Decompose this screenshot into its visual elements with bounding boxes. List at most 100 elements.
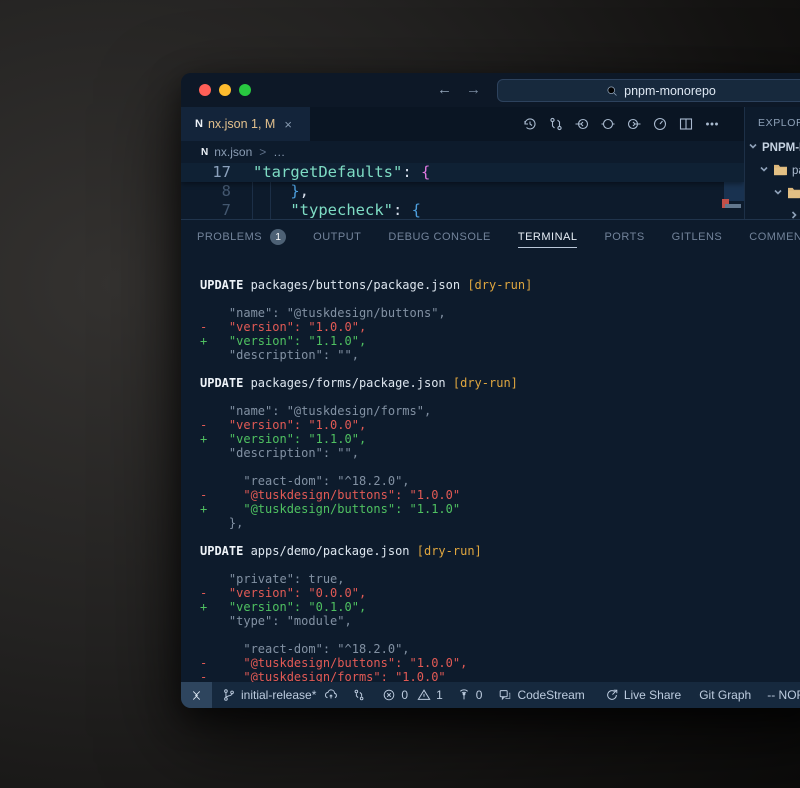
cloud-upload-icon <box>324 688 338 702</box>
panel-tab-problems[interactable]: PROBLEMS 1 <box>197 220 286 254</box>
panel-tab-label: OUTPUT <box>313 231 361 243</box>
terminal-line <box>200 362 800 376</box>
code-line[interactable]: 8 }, <box>181 182 744 201</box>
error-count: 0 <box>401 688 408 702</box>
minimize-window-button[interactable] <box>219 84 231 96</box>
explorer-root-label: PNPM-MONOREPO <box>762 142 800 154</box>
terminal-line: "name": "@tuskdesign/forms", <box>200 404 800 418</box>
zoom-window-button[interactable] <box>239 84 251 96</box>
explorer-sidebar: EXPLORER PNPM-MONOREPO packages <box>744 107 800 219</box>
changes-icon[interactable] <box>600 116 616 132</box>
terminal-line: UPDATE packages/forms/package.json [dry-… <box>200 376 800 390</box>
problems-count-badge: 1 <box>270 229 286 245</box>
live-share-status[interactable]: Live Share <box>605 688 681 702</box>
chevron-right-icon <box>789 210 799 219</box>
split-editor-icon[interactable] <box>678 116 694 132</box>
status-bar: initial-release* 0 1 0 CodeStream <box>181 682 800 708</box>
explorer-header: EXPLORER <box>745 107 800 129</box>
workbench: N nx.json 1, M × N nx.json > … 17"targe <box>181 107 800 708</box>
command-center-search[interactable]: pnpm-monorepo <box>497 79 800 102</box>
terminal-line: + "version": "1.1.0", <box>200 334 800 348</box>
editor-tab-strip: N nx.json 1, M × <box>181 107 744 141</box>
panel-tab-label: COMMENTS <box>749 231 800 243</box>
code-lines: 17"targetDefaults": {8 },7 "typecheck": … <box>181 163 744 219</box>
breadcrumb-more[interactable]: … <box>273 145 285 159</box>
chevron-down-icon <box>773 187 783 200</box>
terminal-line: "react-dom": "^18.2.0", <box>200 474 800 488</box>
terminal-line: }, <box>200 516 800 530</box>
terminal-line: - "version": "0.0.0", <box>200 586 800 600</box>
warning-count: 1 <box>436 688 443 702</box>
nx-file-icon: N <box>195 118 202 130</box>
search-icon <box>606 85 618 97</box>
terminal-line: - "@tuskdesign/buttons": "1.0.0" <box>200 488 800 502</box>
error-icon <box>382 688 396 702</box>
previous-change-icon[interactable] <box>574 116 590 132</box>
timeline-icon[interactable] <box>652 116 668 132</box>
history-nav: ← → <box>437 79 481 101</box>
git-branch-status[interactable]: initial-release* <box>222 688 316 702</box>
vim-mode-indicator: -- NORMAL -- <box>767 688 800 702</box>
history-icon[interactable] <box>522 116 538 132</box>
bottom-panel: PROBLEMS 1 OUTPUT DEBUG CONSOLE TERMINAL PORT… <box>181 219 800 682</box>
branch-name: initial-release* <box>241 688 316 702</box>
indent-guide <box>252 182 253 219</box>
terminal-line: "description": "", <box>200 446 800 460</box>
tree-item-collapsed[interactable] <box>745 205 800 219</box>
terminal-line: + "version": "0.1.0", <box>200 600 800 614</box>
breadcrumb-file[interactable]: nx.json <box>214 145 252 159</box>
next-change-icon[interactable] <box>626 116 642 132</box>
terminal-line: + "@tuskdesign/buttons": "1.1.0" <box>200 502 800 516</box>
terminal-line: + "version": "1.1.0", <box>200 432 800 446</box>
tree-item-folder[interactable]: packages <box>745 159 800 182</box>
remote-indicator[interactable] <box>181 682 212 708</box>
terminal-line: "name": "@tuskdesign/buttons", <box>200 306 800 320</box>
git-branch-icon <box>222 688 236 702</box>
minimap-change-bar <box>725 204 741 208</box>
codestream-status[interactable]: CodeStream <box>498 688 584 702</box>
panel-tab-label: DEBUG CONSOLE <box>388 231 490 243</box>
tab-nx-json[interactable]: N nx.json 1, M × <box>181 107 310 141</box>
explorer-root[interactable]: PNPM-MONOREPO <box>745 136 800 159</box>
panel-tab-ports[interactable]: PORTS <box>604 220 644 254</box>
ports-status[interactable]: 0 <box>457 688 483 702</box>
terminal-output[interactable]: UPDATE packages/buttons/package.json [dr… <box>200 254 800 682</box>
more-actions-icon[interactable] <box>704 116 720 132</box>
panel-tab-output[interactable]: OUTPUT <box>313 220 361 254</box>
panel-tab-comments[interactable]: COMMENTS <box>749 220 800 254</box>
terminal-line: "react-dom": "^18.2.0", <box>200 642 800 656</box>
folder-open-icon <box>787 186 800 202</box>
terminal-line <box>200 390 800 404</box>
traffic-lights <box>199 84 251 96</box>
terminal-line: "private": true, <box>200 572 800 586</box>
git-actions[interactable] <box>352 688 366 702</box>
terminal-line: - "version": "1.0.0", <box>200 320 800 334</box>
close-window-button[interactable] <box>199 84 211 96</box>
back-arrow-icon[interactable]: ← <box>437 79 452 101</box>
close-tab-icon[interactable]: × <box>284 117 292 132</box>
search-value: pnpm-monorepo <box>624 84 716 98</box>
forward-arrow-icon[interactable]: → <box>466 79 481 101</box>
code-area[interactable]: 17"targetDefaults": {8 },7 "typecheck": … <box>181 163 744 219</box>
git-graph-status[interactable]: Git Graph <box>699 688 751 702</box>
panel-tab-gitlens[interactable]: GITLENS <box>672 220 723 254</box>
panel-tab-terminal[interactable]: TERMINAL <box>518 220 578 254</box>
chevron-down-icon <box>759 164 769 177</box>
sync-changes[interactable] <box>324 688 338 702</box>
terminal-line: - "version": "1.0.0", <box>200 418 800 432</box>
tree-item-folder[interactable] <box>745 182 800 205</box>
terminal-line: UPDATE apps/demo/package.json [dry-run] <box>200 544 800 558</box>
panel-tab-label: GITLENS <box>672 231 723 243</box>
git-compare-icon[interactable] <box>548 116 564 132</box>
terminal-line: "description": "", <box>200 348 800 362</box>
code-line[interactable]: 17"targetDefaults": { <box>181 163 744 182</box>
codestream-label: CodeStream <box>517 688 584 702</box>
problems-status[interactable]: 0 1 <box>382 688 442 702</box>
panel-tab-label: PROBLEMS <box>197 231 262 243</box>
line-number: 17 <box>181 163 233 182</box>
indent-guide <box>270 182 271 219</box>
terminal-line: UPDATE packages/buttons/package.json [dr… <box>200 278 800 292</box>
code-line[interactable]: 7 "typecheck": { <box>181 201 744 219</box>
panel-tab-debug-console[interactable]: DEBUG CONSOLE <box>388 220 490 254</box>
line-number: 7 <box>181 201 233 219</box>
